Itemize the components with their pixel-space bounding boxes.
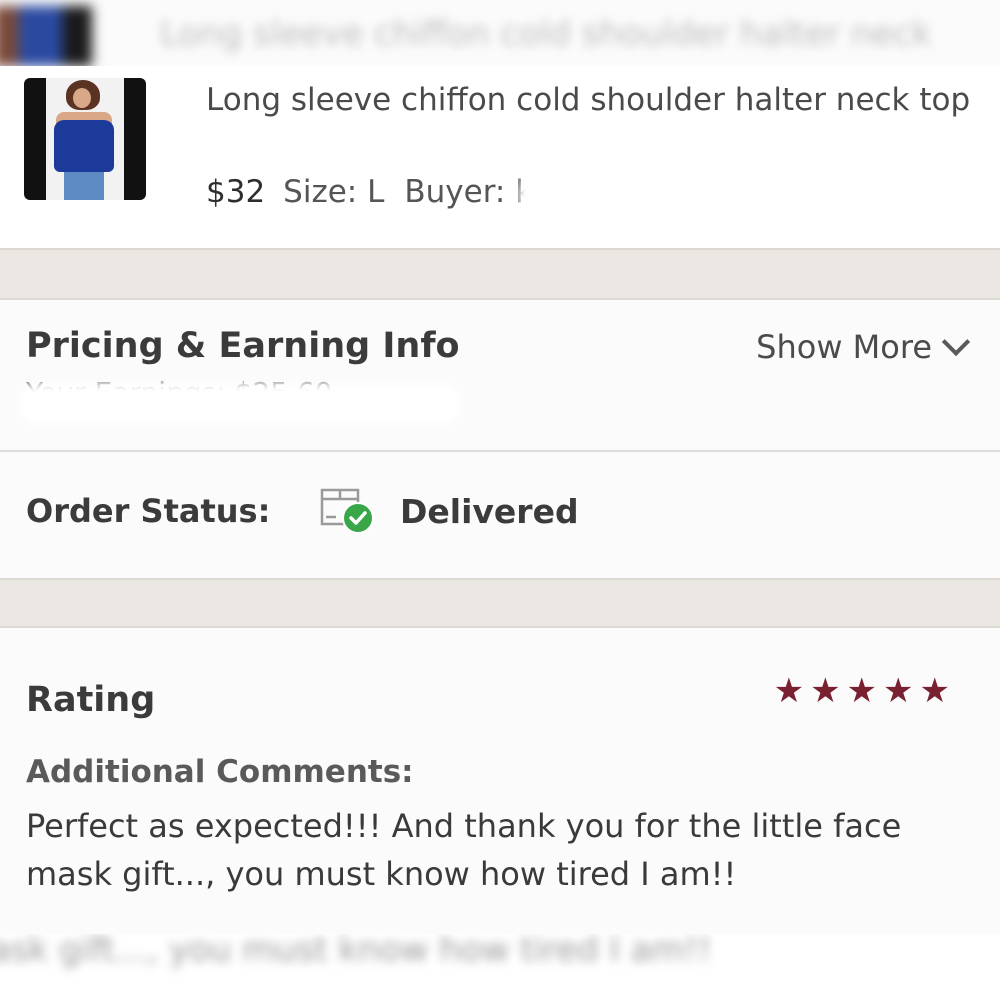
star-icon: ★ [810, 671, 841, 711]
order-status-value: Delivered [400, 492, 579, 531]
comment-text: Perfect as expected!!! And thank you for… [26, 807, 902, 893]
rating-section: Rating ★ ★ ★ ★ ★ Additional Comments: Pe… [0, 628, 1000, 934]
star-icon: ★ [919, 671, 950, 711]
product-thumbnail[interactable] [24, 78, 146, 200]
section-divider [0, 248, 1000, 300]
product-size: Size: L [283, 174, 385, 210]
star-icon: ★ [883, 671, 914, 711]
star-icon: ★ [846, 671, 878, 711]
ghost-footer-text: ask gift..., you must know how tired I a… [0, 934, 712, 970]
show-more-label: Show More [756, 328, 932, 366]
product-title[interactable]: Long sleeve chiffon cold shoulder halter… [206, 76, 976, 124]
order-status-section: Order Status: Delivered [0, 452, 1000, 578]
ghost-thumbnail [0, 6, 92, 66]
pricing-title: Pricing & Earning Info [26, 326, 460, 366]
product-card[interactable]: Long sleeve chiffon cold shoulder halter… [0, 66, 1000, 250]
product-meta: $32Size: LBuyer: k... [206, 174, 563, 210]
ghost-header: Long sleeve chiffon cold shoulder halter… [0, 0, 1000, 66]
buyer-label: Buyer: [404, 174, 506, 210]
comments-label: Additional Comments: [26, 754, 414, 790]
earnings-redaction [20, 384, 460, 424]
package-delivered-icon [320, 488, 374, 534]
ghost-header-title: Long sleeve chiffon cold shoulder halter… [160, 14, 932, 54]
show-more-button[interactable]: Show More [756, 327, 971, 366]
star-icon: ★ [773, 671, 805, 711]
section-divider [0, 578, 1000, 628]
ghost-footer: ask gift..., you must know how tired I a… [0, 934, 1000, 1000]
rating-title: Rating [26, 680, 156, 720]
rating-stars: ★ ★ ★ ★ ★ [774, 674, 950, 708]
chevron-down-icon [941, 327, 971, 357]
pricing-section: Pricing & Earning Info Show More Your Ea… [0, 300, 1000, 452]
order-status-label: Order Status: [26, 492, 271, 530]
product-price: $32 [206, 174, 266, 210]
buyer-redaction [520, 174, 730, 216]
